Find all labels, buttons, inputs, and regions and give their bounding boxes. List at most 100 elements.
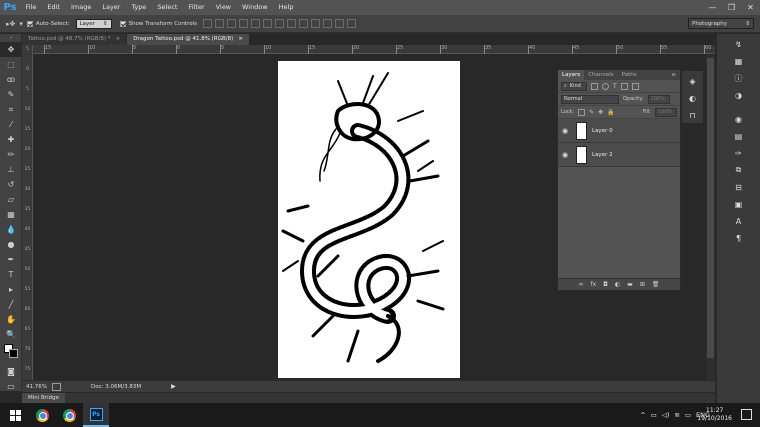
eraser-tool-icon[interactable]: ▱ bbox=[0, 192, 22, 207]
smart-filter-icon[interactable] bbox=[631, 82, 639, 90]
kind-filter[interactable]: ⌕ Kind bbox=[561, 81, 587, 91]
chevron-right-icon[interactable]: ▶ bbox=[171, 383, 176, 390]
character-icon[interactable]: A bbox=[732, 214, 746, 228]
mini-bridge-tab[interactable]: Mini Bridge bbox=[22, 393, 65, 403]
auto-select-dropdown[interactable]: Layer ⇕ bbox=[75, 18, 112, 29]
layer-row-2[interactable]: ◉ Layer 2 bbox=[558, 143, 680, 167]
maximize-button[interactable]: ❐ bbox=[726, 2, 737, 13]
fx-icon[interactable]: fx bbox=[591, 281, 597, 288]
taskbar-chrome-1[interactable] bbox=[29, 403, 55, 427]
close-icon[interactable]: × bbox=[116, 34, 121, 45]
chevron-up-icon[interactable]: ^ bbox=[640, 411, 645, 419]
distribute-left-icon[interactable] bbox=[311, 19, 320, 28]
history-icon[interactable]: ↯ bbox=[732, 37, 746, 51]
zoom-tool-icon[interactable]: 🔍 bbox=[0, 327, 22, 342]
distribute-right-icon[interactable] bbox=[335, 19, 344, 28]
paragraph-icon[interactable]: ¶ bbox=[732, 231, 746, 245]
document-canvas[interactable] bbox=[278, 61, 460, 378]
mask-icon[interactable]: ◘ bbox=[603, 281, 608, 288]
dodge-tool-icon[interactable]: ● bbox=[0, 237, 22, 252]
close-button[interactable]: ✕ bbox=[745, 2, 756, 13]
workspace-dropdown[interactable]: Photography ⇕ bbox=[688, 18, 754, 29]
chevron-down-icon[interactable]: ▾ bbox=[19, 20, 23, 28]
styles-icon[interactable]: ▣ bbox=[732, 197, 746, 211]
tab-layers[interactable]: Layers bbox=[558, 70, 585, 80]
export-icon[interactable] bbox=[52, 382, 61, 391]
menu-layer[interactable]: Layer bbox=[97, 0, 126, 15]
toolbar-grip[interactable]: » bbox=[0, 34, 22, 42]
zoom-level[interactable]: 41.76% bbox=[26, 384, 48, 390]
stamp-tool-icon[interactable]: ⊥ bbox=[0, 162, 22, 177]
menu-view[interactable]: View bbox=[210, 0, 236, 15]
fill-input[interactable]: 100% bbox=[655, 107, 677, 117]
panel-menu-icon[interactable]: ≡ bbox=[667, 70, 680, 80]
link-icon[interactable]: ∞ bbox=[579, 281, 584, 288]
trash-icon[interactable]: 🗑 bbox=[652, 281, 660, 288]
distribute-top-icon[interactable] bbox=[275, 19, 284, 28]
screen-mode-icon[interactable]: ▭ bbox=[0, 379, 22, 394]
align-right-icon[interactable] bbox=[263, 19, 272, 28]
menu-file[interactable]: File bbox=[20, 0, 42, 15]
type-tool-icon[interactable]: T bbox=[0, 267, 22, 282]
tab-channels[interactable]: Channels bbox=[584, 70, 617, 80]
move-tool-icon[interactable]: ▸✥ bbox=[6, 20, 15, 28]
wifi-icon[interactable]: ≋ bbox=[674, 411, 679, 419]
history-brush-icon[interactable]: ↺ bbox=[0, 177, 22, 192]
actions-icon[interactable]: ▤ bbox=[732, 129, 746, 143]
opacity-input[interactable]: 100% bbox=[647, 94, 670, 104]
menu-image[interactable]: Image bbox=[65, 0, 96, 15]
crop-tool-icon[interactable]: ⌗ bbox=[0, 102, 22, 117]
taskbar-photoshop[interactable]: Ps bbox=[83, 403, 109, 427]
healing-tool-icon[interactable]: ✚ bbox=[0, 132, 22, 147]
minimize-button[interactable]: — bbox=[707, 2, 718, 13]
adjustment-layer-icon[interactable]: ◐ bbox=[615, 281, 620, 288]
color-swatches[interactable] bbox=[0, 342, 22, 364]
network-icon[interactable]: ▭ bbox=[651, 411, 657, 419]
align-left-icon[interactable] bbox=[239, 19, 248, 28]
brush-tool-icon[interactable]: ✏ bbox=[0, 147, 22, 162]
notification-icon[interactable] bbox=[741, 409, 752, 420]
folder-icon[interactable]: ▬ bbox=[627, 281, 633, 288]
volume-icon[interactable]: ◁) bbox=[662, 411, 670, 419]
gradient-tool-icon[interactable]: ▦ bbox=[0, 207, 22, 222]
pen-tool-icon[interactable]: ✒ bbox=[0, 252, 22, 267]
marquee-tool-icon[interactable]: ⬚ bbox=[0, 57, 22, 72]
auto-align-icon[interactable] bbox=[347, 19, 356, 28]
distribute-bottom-icon[interactable] bbox=[299, 19, 308, 28]
lasso-tool-icon[interactable]: ꝏ bbox=[0, 72, 22, 87]
eyedropper-tool-icon[interactable]: ⁄ bbox=[0, 117, 22, 132]
layer-name[interactable]: Layer 0 bbox=[592, 128, 613, 134]
clone-source-icon[interactable]: ⧉ bbox=[732, 163, 746, 177]
lock-all-icon[interactable]: 🔒 bbox=[607, 109, 614, 116]
layer-row-0[interactable]: ◉ Layer 0 bbox=[558, 119, 680, 143]
background-color-swatch[interactable] bbox=[9, 349, 18, 358]
menu-select[interactable]: Select bbox=[152, 0, 183, 15]
brush-presets-icon[interactable]: ✑ bbox=[732, 146, 746, 160]
tab-dragon-tattoo[interactable]: Dragon Tattoo.psd @ 41.8% (RGB/8) × bbox=[127, 34, 249, 45]
move-tool-icon[interactable]: ✥ bbox=[0, 42, 22, 57]
blur-tool-icon[interactable]: 💧 bbox=[0, 222, 22, 237]
menu-type[interactable]: Type bbox=[126, 0, 152, 15]
tool-presets-icon[interactable]: ⊟ bbox=[732, 180, 746, 194]
eye-icon[interactable]: ◉ bbox=[558, 151, 572, 159]
scrollbar-thumb[interactable] bbox=[707, 58, 714, 358]
transform-controls-checkbox[interactable] bbox=[119, 20, 126, 27]
color-icon[interactable]: ◑ bbox=[732, 88, 746, 102]
tab-paths[interactable]: Paths bbox=[618, 70, 641, 80]
swatches-icon[interactable]: ▦ bbox=[732, 54, 746, 68]
menu-window[interactable]: Window bbox=[237, 0, 274, 15]
align-bottom-icon[interactable] bbox=[227, 19, 236, 28]
eye-icon[interactable]: ◉ bbox=[558, 127, 572, 135]
clock[interactable]: 11:27 19/10/2016 bbox=[697, 407, 732, 423]
menu-edit[interactable]: Edit bbox=[42, 0, 66, 15]
align-middle-icon[interactable] bbox=[215, 19, 224, 28]
distribute-middle-icon[interactable] bbox=[287, 19, 296, 28]
new-layer-icon[interactable]: ⊞ bbox=[640, 281, 645, 288]
taskbar-chrome-2[interactable] bbox=[56, 403, 82, 427]
shape-filter-icon[interactable] bbox=[620, 82, 628, 90]
close-icon[interactable]: × bbox=[238, 34, 243, 45]
type-filter-icon[interactable]: T bbox=[613, 83, 617, 90]
quick-select-tool-icon[interactable]: ✎ bbox=[0, 87, 22, 102]
tab-tattoo[interactable]: Tattoo.psd @ 48.7% (RGB/8) * × bbox=[22, 34, 127, 45]
layer-name[interactable]: Layer 2 bbox=[592, 152, 613, 158]
